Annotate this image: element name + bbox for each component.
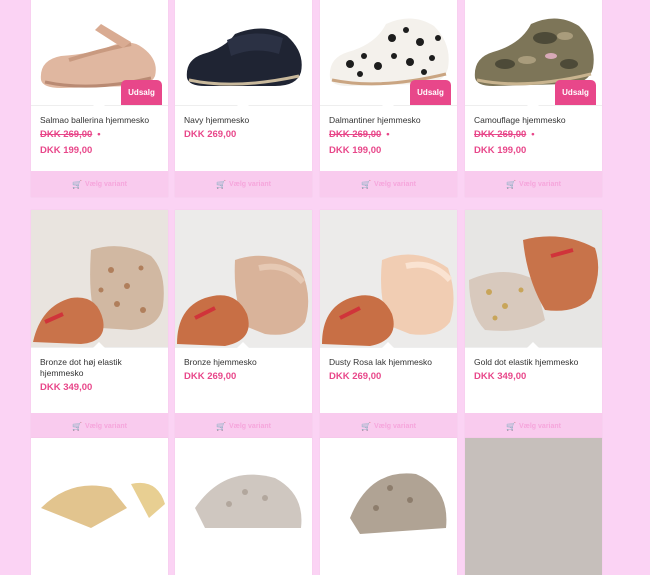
product-image[interactable]: Udsalg [31, 0, 168, 105]
cart-icon: 🛒 [216, 179, 226, 189]
choose-variant-button[interactable]: 🛒 Vælg variant [31, 171, 168, 197]
choose-variant-label: Vælg variant [228, 422, 271, 430]
choose-variant-label: Vælg variant [84, 180, 127, 188]
product-image[interactable] [320, 438, 457, 575]
product-name[interactable]: Salmao ballerina hjemmesko [40, 115, 159, 126]
product-card[interactable]: Udsalg Camouflage hjemmesko DKK 269,00 • … [465, 0, 602, 197]
product-price: DKK 269,00 [329, 371, 382, 382]
sale-badge: Udsalg [121, 80, 162, 105]
product-name[interactable]: Dusty Rosa lak hjemmesko [329, 357, 448, 368]
choose-variant-button[interactable]: 🛒 Vælg variant [465, 413, 602, 439]
cart-icon: 🛒 [506, 179, 516, 189]
product-name[interactable]: Camouflage hjemmesko [474, 115, 593, 126]
old-price: DKK 269,00 [474, 129, 527, 140]
cart-icon: 🛒 [361, 421, 371, 431]
product-image[interactable] [31, 438, 168, 575]
choose-variant-label: Vælg variant [228, 180, 271, 188]
price-separator: • [97, 129, 101, 140]
cart-icon: 🛒 [506, 421, 516, 431]
pointer-decoration [527, 342, 539, 348]
pointer-decoration [527, 100, 539, 106]
cart-icon: 🛒 [361, 179, 371, 189]
choose-variant-label: Vælg variant [373, 180, 416, 188]
product-name[interactable]: Bronze dot høj elastik hjemmesko [40, 357, 159, 379]
product-price: DKK 349,00 [40, 382, 93, 393]
product-image[interactable] [465, 210, 602, 347]
pointer-decoration [93, 100, 105, 106]
sale-badge: Udsalg [555, 80, 596, 105]
choose-variant-button[interactable]: 🛒 Vælg variant [320, 413, 457, 439]
product-card[interactable]: Udsalg Salmao ballerina hjemmesko DKK 26… [31, 0, 168, 197]
old-price: DKK 269,00 [40, 129, 93, 140]
product-price: DKK 199,00 [40, 145, 93, 156]
choose-variant-button[interactable]: 🛒 Vælg variant [320, 171, 457, 197]
choose-variant-label: Vælg variant [84, 422, 127, 430]
choose-variant-label: Vælg variant [518, 180, 561, 188]
product-price: DKK 199,00 [329, 145, 382, 156]
choose-variant-button[interactable]: 🛒 Vælg variant [31, 413, 168, 439]
product-card[interactable]: Gold dot elastik hjemmesko DKK 349,00 🛒 V… [465, 210, 602, 439]
old-price: DKK 269,00 [329, 129, 382, 140]
product-price: DKK 269,00 [184, 129, 237, 140]
cart-icon: 🛒 [72, 179, 82, 189]
product-card[interactable]: Udsalg Dalmantiner hjemmesko DKK 269,00 •… [320, 0, 457, 197]
pointer-decoration [237, 342, 249, 348]
product-image[interactable] [175, 0, 312, 105]
product-image[interactable]: Udsalg [465, 0, 602, 105]
choose-variant-button[interactable]: 🛒 Vælg variant [175, 413, 312, 439]
product-image[interactable]: Udsalg [320, 0, 457, 105]
product-card[interactable]: Bronze dot høj elastik hjemmesko DKK 349… [31, 210, 168, 439]
product-card[interactable] [31, 438, 168, 575]
product-price: DKK 349,00 [474, 371, 527, 382]
product-card[interactable]: Navy hjemmesko DKK 269,00 🛒 Vælg variant [175, 0, 312, 197]
product-image[interactable] [320, 210, 457, 347]
pointer-decoration [382, 100, 394, 106]
product-image[interactable] [175, 210, 312, 347]
product-price: DKK 269,00 [184, 371, 237, 382]
pointer-decoration [237, 100, 249, 106]
pointer-decoration [382, 342, 394, 348]
pointer-decoration [93, 342, 105, 348]
product-name[interactable]: Navy hjemmesko [184, 115, 303, 126]
product-name[interactable]: Gold dot elastik hjemmesko [474, 357, 593, 368]
product-image[interactable] [175, 438, 312, 575]
price-separator: • [531, 129, 535, 140]
product-card[interactable]: Bronze hjemmesko DKK 269,00 🛒 Vælg varian… [175, 210, 312, 439]
product-name[interactable]: Dalmantiner hjemmesko [329, 115, 448, 126]
product-card[interactable] [465, 438, 602, 575]
choose-variant-button[interactable]: 🛒 Vælg variant [175, 171, 312, 197]
product-image[interactable] [31, 210, 168, 347]
product-name[interactable]: Bronze hjemmesko [184, 357, 303, 368]
product-card[interactable] [175, 438, 312, 575]
product-price: DKK 199,00 [474, 145, 527, 156]
price-separator: • [386, 129, 390, 140]
product-card[interactable] [320, 438, 457, 575]
choose-variant-label: Vælg variant [518, 422, 561, 430]
product-card[interactable]: Dusty Rosa lak hjemmesko DKK 269,00 🛒 Væl… [320, 210, 457, 439]
cart-icon: 🛒 [216, 421, 226, 431]
cart-icon: 🛒 [72, 421, 82, 431]
sale-badge: Udsalg [410, 80, 451, 105]
choose-variant-button[interactable]: 🛒 Vælg variant [465, 171, 602, 197]
product-image[interactable] [465, 438, 602, 575]
choose-variant-label: Vælg variant [373, 422, 416, 430]
